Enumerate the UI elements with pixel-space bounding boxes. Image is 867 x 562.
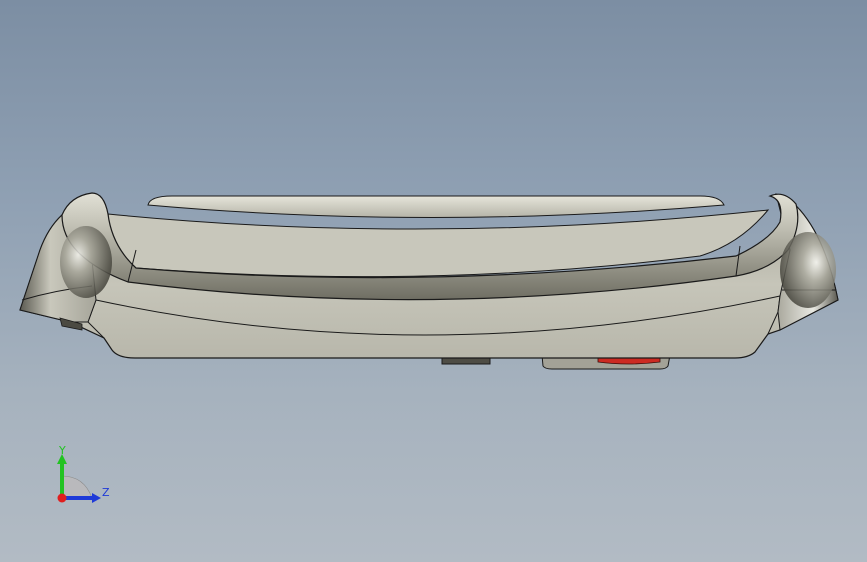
cad-model[interactable]: [0, 0, 867, 562]
y-axis-label: Y: [58, 444, 66, 457]
z-axis-label: Z: [102, 486, 110, 499]
x-axis-dot: [57, 493, 67, 503]
graphics-viewport[interactable]: Y Z: [0, 0, 867, 562]
view-orientation-triad[interactable]: Y Z: [44, 438, 124, 518]
handle-right-end-highlight: [780, 232, 836, 308]
top-surface: [147, 195, 725, 218]
handle-left-end-highlight: [60, 226, 112, 298]
triad-plane-wedge: [61, 475, 93, 499]
z-axis-arrow: [92, 493, 101, 503]
